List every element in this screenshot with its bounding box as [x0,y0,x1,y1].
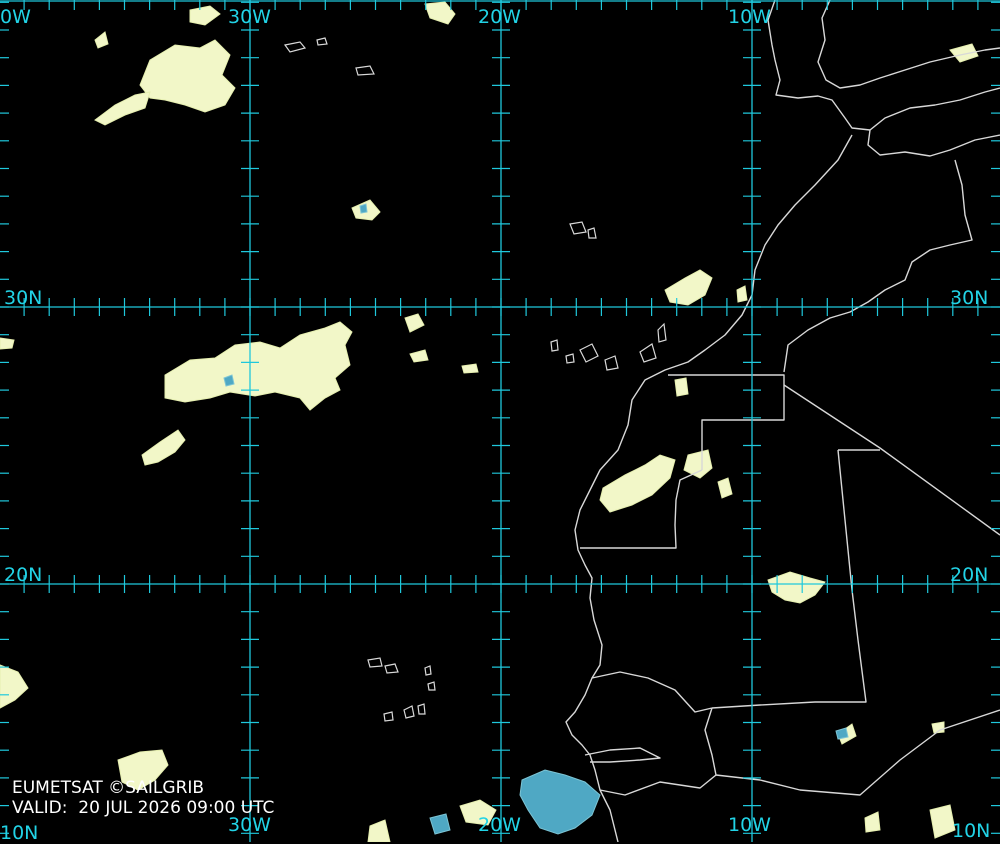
cloud-mass [461,363,479,374]
cloud-mass [674,377,689,397]
label-right-20n: 20N [950,564,989,586]
label-top-left: 0W [0,6,31,28]
satellite-map [0,0,1000,842]
valid-time: VALID: 20 JUL 2026 09:00 UTC [12,798,275,818]
label-bottom-10w: 10W [728,814,771,836]
label-bottom-20w: 20W [478,814,521,836]
label-bottom-right: 10N [952,820,991,842]
label-bottom-left: 10N [0,822,39,844]
label-left-20n: 20N [4,564,43,586]
label-top-10w: 10W [728,6,771,28]
label-top-30w: 30W [228,6,271,28]
source-credit: EUMETSAT ©SAILGRIB [12,778,205,798]
label-left-30n: 30N [4,287,43,309]
label-right-30n: 30N [950,287,989,309]
cold-cloud-mass [359,203,368,214]
label-top-20w: 20W [478,6,521,28]
label-bottom-30w: 30W [228,814,271,836]
cloud-mass [0,337,15,350]
